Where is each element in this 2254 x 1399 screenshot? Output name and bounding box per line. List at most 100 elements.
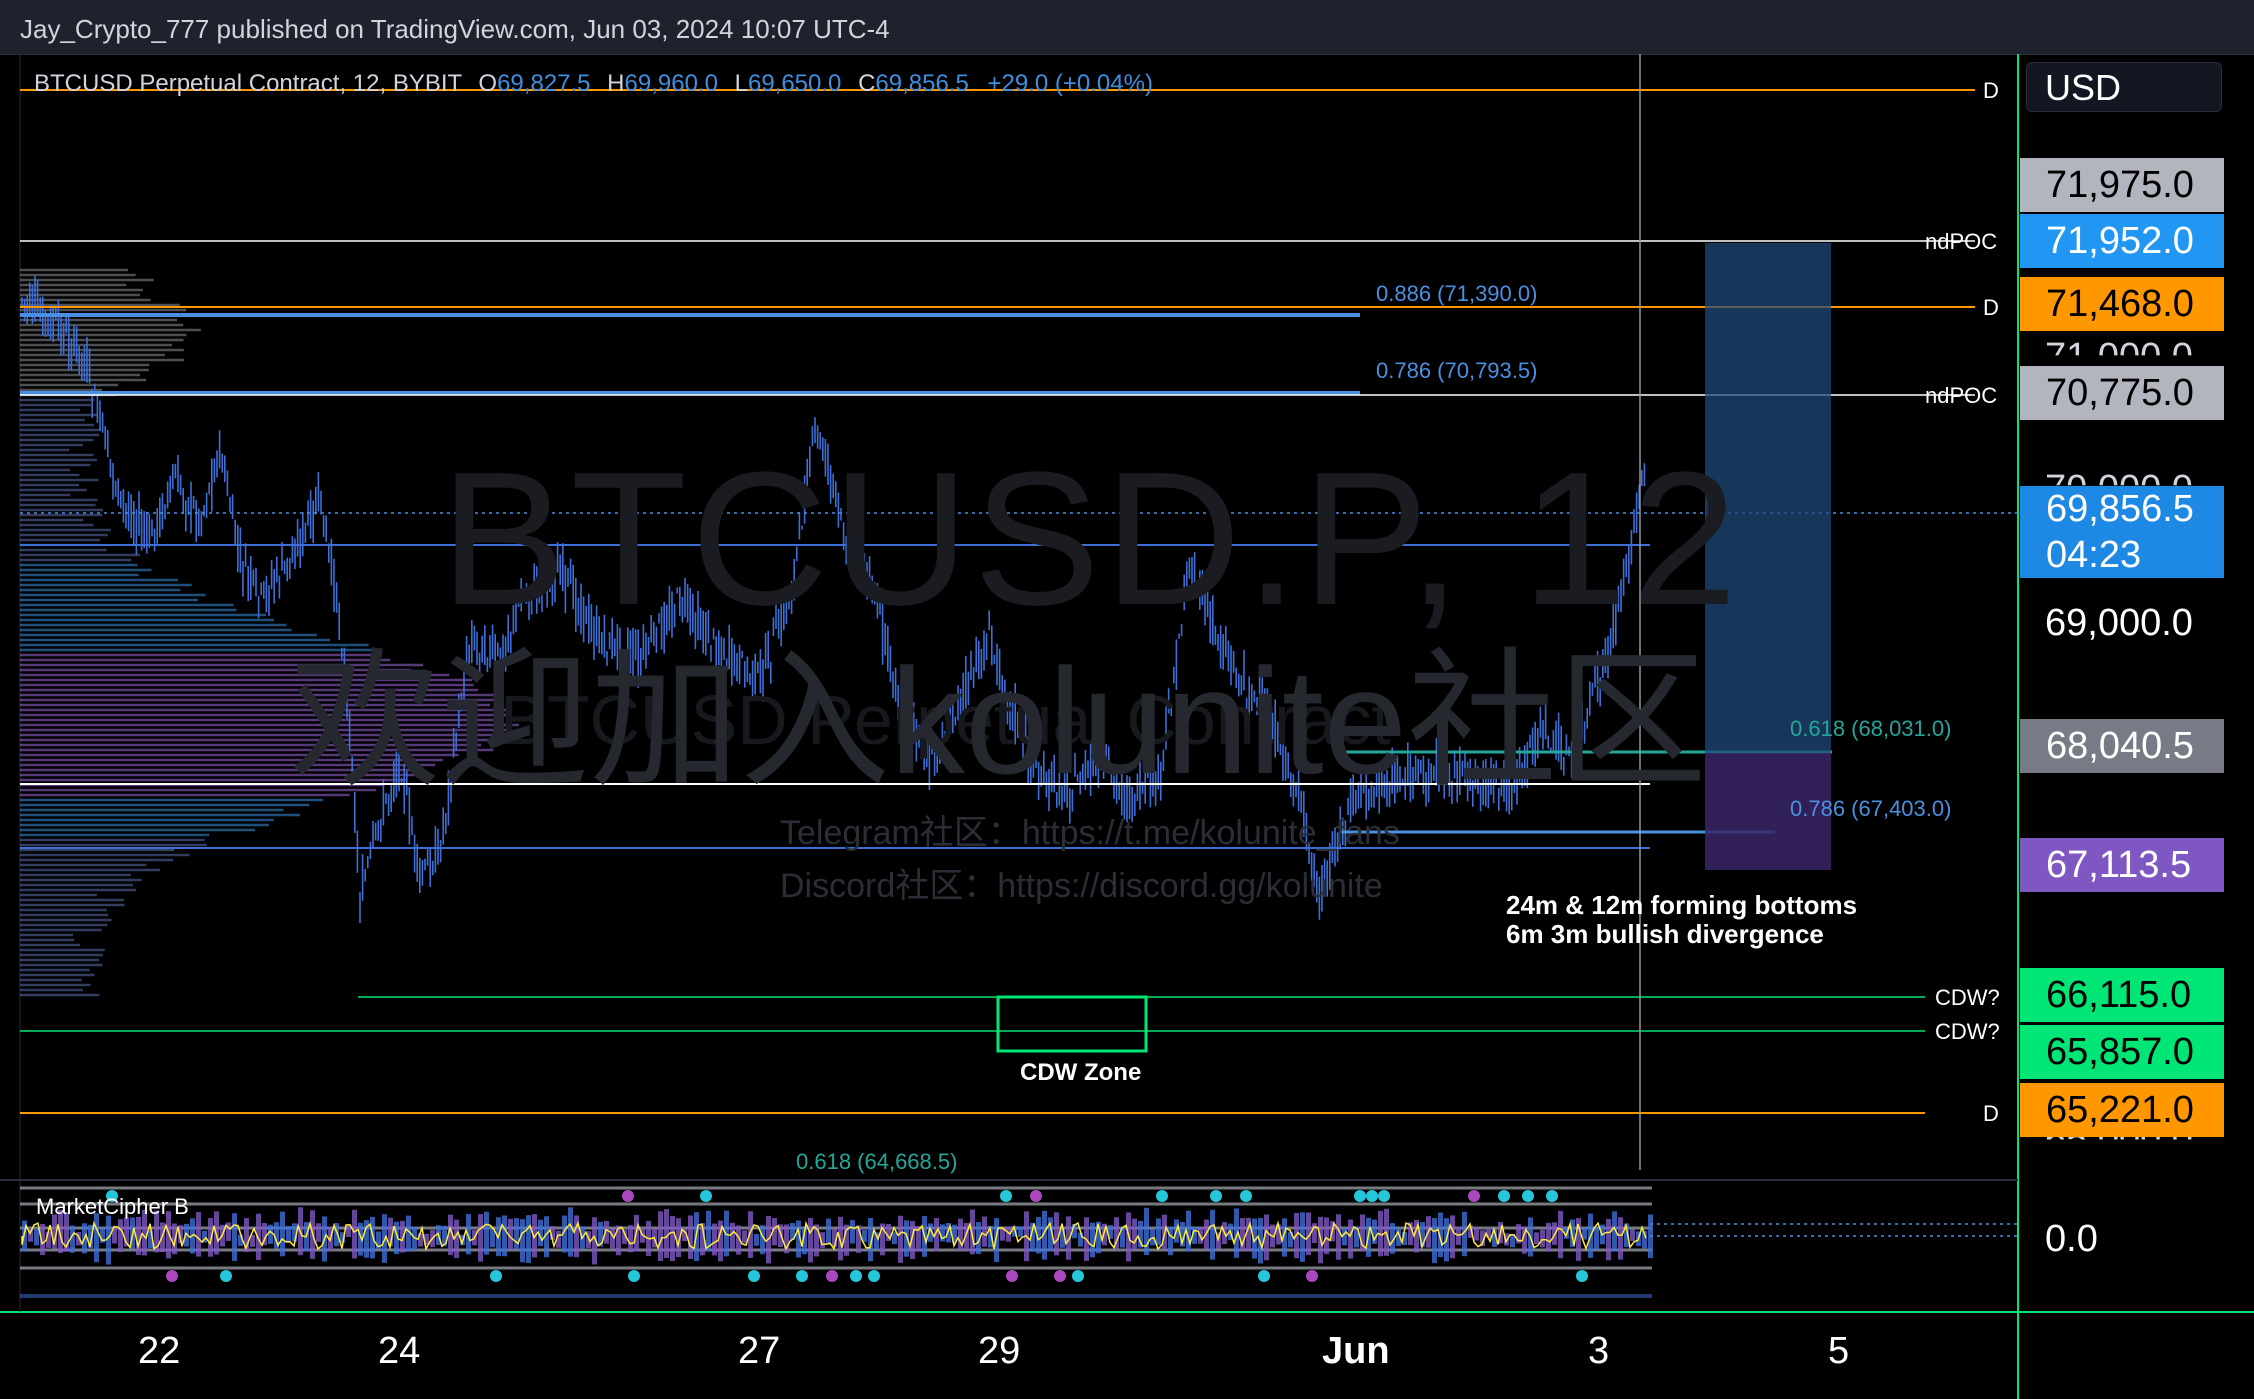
wave-bar: [136, 1216, 141, 1256]
wave-bar: [1336, 1214, 1341, 1260]
wave-bar: [514, 1218, 519, 1250]
wave-bar: [568, 1207, 573, 1257]
wave-bar: [898, 1215, 903, 1263]
signal-dot: [826, 1270, 838, 1282]
fib-label-0886: 0.886 (71,390.0): [1376, 281, 1538, 306]
wave-bar: [316, 1223, 321, 1242]
wave-bar: [268, 1224, 273, 1244]
wave-bar: [172, 1223, 177, 1255]
wave-bar: [730, 1222, 735, 1250]
signal-dot: [1576, 1270, 1588, 1282]
wave-bar: [808, 1217, 813, 1263]
signal-dot: [850, 1270, 862, 1282]
level-label-d-top: D: [1983, 78, 1999, 103]
wave-bar: [526, 1215, 531, 1263]
wave-bar: [466, 1214, 471, 1255]
signal-dot: [1366, 1190, 1378, 1202]
open-label: O: [478, 70, 498, 97]
watermark-discord: Discord社区：https://discord.gg/kolunite: [780, 867, 1383, 905]
signal-dot: [622, 1190, 634, 1202]
price-tag-p69856: 69,856.5: [2020, 486, 2224, 532]
wave-bar: [196, 1211, 201, 1257]
signal-dot: [1354, 1190, 1366, 1202]
wave-bar: [754, 1234, 759, 1246]
wave-bar: [892, 1232, 897, 1245]
signal-dot: [1522, 1190, 1534, 1202]
wave-bar: [628, 1225, 633, 1253]
signal-dot: [220, 1270, 232, 1282]
price-tag-p71468: 71,468.0: [2020, 277, 2224, 331]
low-value: 69,650.0: [747, 70, 842, 97]
wave-bar: [1348, 1219, 1353, 1259]
level-label-cdw-1: CDW?: [1935, 985, 2000, 1010]
signal-dot: [1006, 1270, 1018, 1282]
wave-bar: [1594, 1227, 1599, 1250]
wave-bar: [742, 1230, 747, 1244]
time-tick: 27: [738, 1330, 781, 1372]
time-tick: 5: [1828, 1330, 1850, 1372]
wave-bar: [34, 1228, 39, 1246]
wave-bar: [1546, 1222, 1551, 1252]
wave-bar: [1486, 1227, 1491, 1238]
time-tick: 24: [378, 1330, 421, 1372]
wave-bar: [490, 1229, 495, 1248]
signal-dot: [1378, 1190, 1390, 1202]
time-tick: 29: [978, 1330, 1021, 1372]
wave-bar: [982, 1216, 987, 1247]
indicator-name[interactable]: MarketCipher B: [36, 1194, 189, 1220]
wave-bar: [1018, 1226, 1023, 1238]
signal-dot: [1054, 1270, 1066, 1282]
time-tick: Jun: [1322, 1330, 1390, 1372]
annotation-bottoms-1: 24m & 12m forming bottoms: [1506, 890, 1858, 920]
wave-bar: [286, 1226, 291, 1242]
signal-dot: [1468, 1190, 1480, 1202]
wave-bar: [994, 1218, 999, 1262]
signal-dot: [748, 1270, 760, 1282]
signal-dot: [1156, 1190, 1168, 1202]
fib-label-0618-right: 0.618 (68,031.0): [1790, 716, 1952, 741]
price-tag-p71975: 71,975.0: [2020, 158, 2224, 212]
wave-bar: [346, 1225, 351, 1237]
wave-bar: [1540, 1229, 1545, 1248]
wave-bar: [118, 1219, 123, 1253]
wave-bar: [1210, 1209, 1215, 1260]
wave-bar: [94, 1213, 99, 1263]
fib-label-0618-bottom: 0.618 (64,668.5): [796, 1149, 958, 1174]
high-label: H: [607, 70, 625, 97]
wave-bar: [712, 1223, 717, 1256]
time-tick: 22: [138, 1330, 181, 1372]
symbol-legend[interactable]: BTCUSD Perpetual Contract, 12, BYBIT O69…: [34, 70, 1153, 98]
publish-line: Jay_Crypto_777 published on TradingView.…: [20, 14, 890, 44]
currency-selector[interactable]: USD: [2026, 62, 2222, 112]
signal-dot: [700, 1190, 712, 1202]
wave-bar: [910, 1220, 915, 1260]
price-tag-p65221: 65,221.0: [2020, 1083, 2224, 1137]
price-label-69000: 69,000.0: [2045, 602, 2193, 644]
wave-bar: [1078, 1232, 1083, 1247]
signal-dot: [1258, 1270, 1270, 1282]
wave-bar: [352, 1209, 357, 1259]
wave-bar: [658, 1211, 663, 1262]
signal-dot: [1000, 1190, 1012, 1202]
wave-bar: [1258, 1217, 1263, 1264]
wave-bar: [826, 1218, 831, 1246]
wave-bar: [1630, 1229, 1635, 1241]
wave-bar: [1324, 1217, 1329, 1255]
wave-bar: [232, 1213, 237, 1261]
price-tag-p65857: 65,857.0: [2020, 1025, 2224, 1079]
wave-bar: [208, 1217, 213, 1257]
signal-dot: [1030, 1190, 1042, 1202]
wave-bar: [1432, 1218, 1437, 1264]
wave-bar: [1510, 1234, 1515, 1248]
high-value: 69,960.0: [624, 70, 718, 97]
signal-dot: [1306, 1270, 1318, 1282]
open-value: 69,827.5: [497, 70, 591, 97]
symbol-name[interactable]: BTCUSD Perpetual Contract, 12, BYBIT: [34, 70, 462, 97]
annotation-bottoms-2: 6m 3m bullish divergence: [1506, 919, 1824, 949]
wave-bar: [478, 1214, 483, 1262]
level-label-ndpoc-1: ndPOC: [1925, 229, 1998, 254]
wave-bar: [1090, 1222, 1095, 1258]
wave-bar: [1474, 1227, 1479, 1241]
wave-bar: [502, 1215, 507, 1257]
signal-dot: [1240, 1190, 1252, 1202]
